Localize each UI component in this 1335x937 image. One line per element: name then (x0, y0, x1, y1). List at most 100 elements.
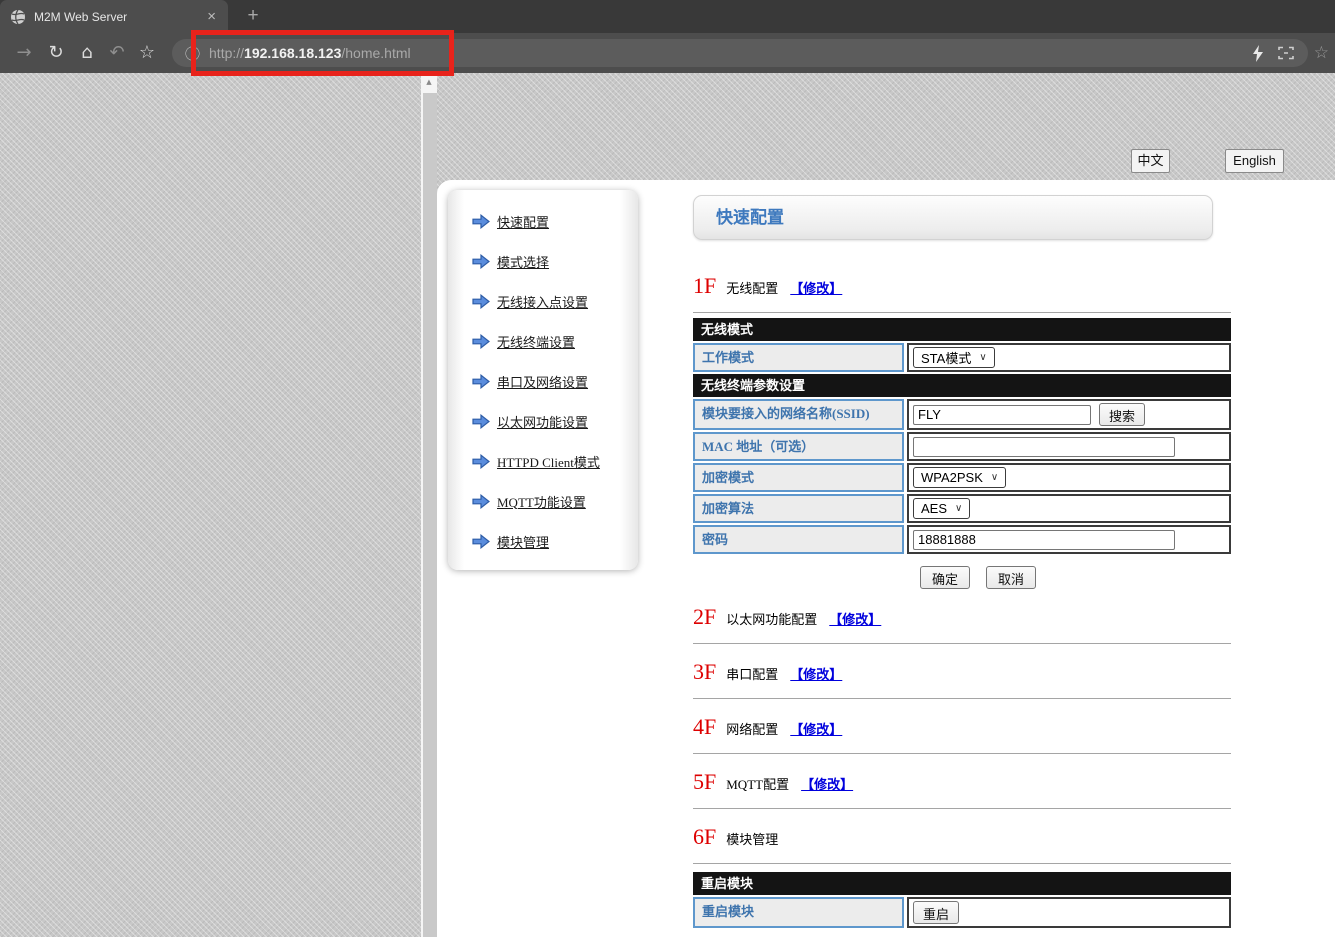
sidebar-item-module-manage[interactable]: 模块管理 (448, 530, 638, 552)
arrow-icon (472, 374, 490, 389)
table-row: 加密算法 AES ∨ (693, 494, 1231, 523)
section-heading-module-manage: 6F 模块管理 (693, 823, 1231, 864)
vertical-scrollbar[interactable]: ▲ (421, 73, 437, 937)
table-row: 加密模式 WPA2PSK ∨ (693, 463, 1231, 492)
browser-tab-bar: M2M Web Server × + (0, 0, 1335, 33)
page-star-icon[interactable]: ☆ (1314, 33, 1329, 73)
sidebar-link[interactable]: 模块管理 (497, 532, 549, 551)
section-heading-ethernet: 2F 以太网功能配置 【修改】 (693, 603, 1231, 644)
sidebar-item-uart-network[interactable]: 串口及网络设置 (448, 370, 638, 392)
sidebar-item-sta-settings[interactable]: 无线终端设置 (448, 330, 638, 352)
chevron-down-icon: ∨ (991, 472, 998, 483)
url-scheme: http:// (209, 45, 244, 61)
new-tab-button[interactable]: + (239, 2, 267, 30)
cancel-button[interactable]: 取消 (986, 566, 1036, 589)
globe-icon (10, 9, 26, 25)
restart-label: 重启模块 (693, 897, 904, 928)
section-number: 2F (693, 604, 716, 629)
tab-close-icon[interactable]: × (207, 8, 216, 25)
info-icon[interactable]: ⓘ (185, 43, 200, 64)
sidebar-link[interactable]: 模式选择 (497, 252, 549, 271)
section-number: 3F (693, 659, 716, 684)
password-label: 密码 (693, 525, 904, 554)
url-path: /home.html (341, 45, 410, 61)
table-row: MAC 地址（可选） (693, 432, 1231, 461)
mac-label: MAC 地址（可选） (693, 432, 904, 461)
sidebar-link[interactable]: MQTT功能设置 (497, 492, 586, 511)
modify-link[interactable]: 【修改】 (801, 777, 853, 792)
undo-icon[interactable]: ↶ (103, 33, 131, 73)
section-label: 网络配置 (726, 722, 778, 737)
browser-tab[interactable]: M2M Web Server × (0, 0, 228, 33)
arrow-icon (472, 534, 490, 549)
lightning-icon[interactable] (1252, 45, 1264, 62)
scroll-up-icon[interactable]: ▲ (421, 73, 437, 91)
sidebar-link[interactable]: 以太网功能设置 (497, 412, 588, 431)
table-row: 重启模块 重启 (693, 897, 1231, 928)
sidebar-link[interactable]: HTTPD Client模式 (497, 452, 600, 471)
url-text[interactable]: http://192.168.18.123/home.html (209, 45, 1252, 61)
language-chinese-button[interactable]: 中文 (1131, 149, 1170, 173)
sidebar-link[interactable]: 串口及网络设置 (497, 372, 588, 391)
sidebar-item-quick-config[interactable]: 快速配置 (448, 210, 638, 232)
mac-cell (907, 432, 1231, 461)
modify-link[interactable]: 【修改】 (790, 281, 842, 296)
page-title-box: 快速配置 (693, 195, 1213, 240)
password-cell (907, 525, 1231, 554)
mac-input[interactable] (913, 437, 1175, 457)
sidebar-item-httpd-client[interactable]: HTTPD Client模式 (448, 450, 638, 472)
reload-icon[interactable]: ↻ (42, 33, 70, 73)
group-header-restart: 重启模块 (693, 872, 1231, 895)
modify-link[interactable]: 【修改】 (829, 612, 881, 627)
modify-link[interactable]: 【修改】 (790, 722, 842, 737)
search-button[interactable]: 搜索 (1099, 403, 1145, 426)
section-label: 以太网功能配置 (726, 612, 817, 627)
work-mode-cell: STA模式 ∨ (907, 343, 1231, 372)
forward-icon[interactable]: → (10, 33, 38, 73)
restart-cell: 重启 (907, 897, 1231, 928)
sidebar-link[interactable]: 快速配置 (497, 212, 549, 231)
browser-toolbar: → ↻ ⌂ ↶ ☆ ⓘ http://192.168.18.123/home.h… (0, 33, 1335, 73)
arrow-icon (472, 454, 490, 469)
tab-title: M2M Web Server (34, 10, 207, 24)
encryption-mode-cell: WPA2PSK ∨ (907, 463, 1231, 492)
sidebar-item-ethernet[interactable]: 以太网功能设置 (448, 410, 638, 432)
encryption-mode-value: WPA2PSK (921, 470, 983, 485)
sidebar-item-ap-settings[interactable]: 无线接入点设置 (448, 290, 638, 312)
arrow-icon (472, 494, 490, 509)
table-row: 模块要接入的网络名称(SSID) 搜索 (693, 399, 1231, 430)
encryption-alg-select[interactable]: AES ∨ (913, 498, 970, 519)
sidebar-item-mode-select[interactable]: 模式选择 (448, 250, 638, 272)
work-mode-value: STA模式 (921, 348, 971, 367)
sidebar-link[interactable]: 无线终端设置 (497, 332, 575, 351)
section-number: 1F (693, 273, 716, 298)
page-title: 快速配置 (694, 196, 1212, 240)
password-input[interactable] (913, 530, 1175, 550)
table-row: 密码 (693, 525, 1231, 554)
table-row: 工作模式 STA模式 ∨ (693, 343, 1231, 372)
url-host: 192.168.18.123 (244, 45, 341, 61)
capture-icon[interactable] (1278, 46, 1294, 60)
sidebar-item-mqtt[interactable]: MQTT功能设置 (448, 490, 638, 512)
group-header-sta-params: 无线终端参数设置 (693, 374, 1231, 397)
home-icon[interactable]: ⌂ (73, 33, 101, 73)
ssid-input[interactable] (913, 405, 1091, 425)
work-mode-label: 工作模式 (693, 343, 904, 372)
language-english-button[interactable]: English (1225, 149, 1284, 173)
section-label: 无线配置 (726, 281, 778, 296)
confirm-button[interactable]: 确定 (920, 566, 970, 589)
left-frame (0, 73, 421, 937)
encryption-mode-select[interactable]: WPA2PSK ∨ (913, 467, 1006, 488)
encryption-mode-label: 加密模式 (693, 463, 904, 492)
scrollbar-thumb[interactable] (423, 93, 437, 937)
chevron-down-icon: ∨ (955, 503, 962, 514)
url-bar[interactable]: ⓘ http://192.168.18.123/home.html (172, 39, 1308, 67)
restart-button[interactable]: 重启 (913, 901, 959, 924)
modify-link[interactable]: 【修改】 (790, 667, 842, 682)
bookmark-star-icon[interactable]: ☆ (133, 33, 161, 73)
sidebar-link[interactable]: 无线接入点设置 (497, 292, 588, 311)
section-label: 串口配置 (726, 667, 778, 682)
section-number: 5F (693, 769, 716, 794)
work-mode-select[interactable]: STA模式 ∨ (913, 347, 995, 368)
section-label: 模块管理 (726, 832, 778, 847)
